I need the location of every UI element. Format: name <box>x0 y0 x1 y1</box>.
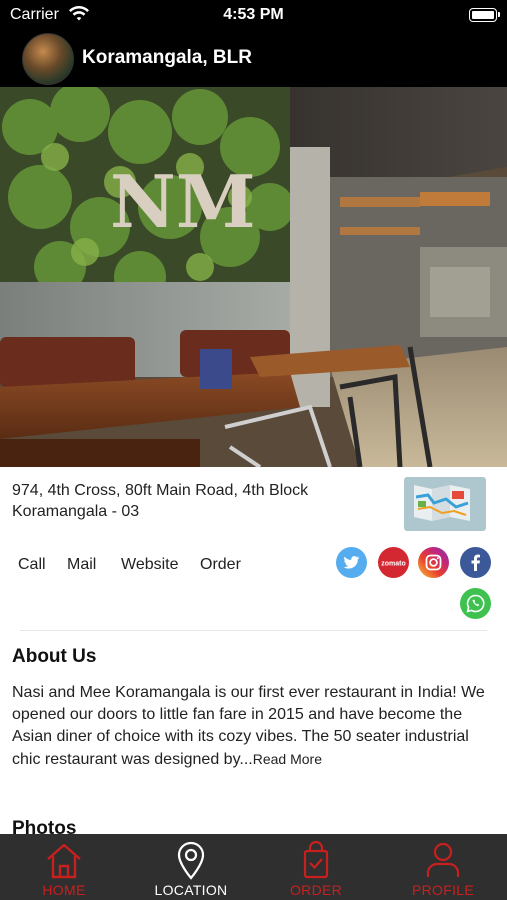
facebook-icon[interactable] <box>460 547 491 578</box>
instagram-icon[interactable] <box>418 547 449 578</box>
home-icon <box>44 840 84 880</box>
mail-button[interactable]: Mail <box>67 556 96 574</box>
status-bar: Carrier 4:53 PM <box>0 0 507 30</box>
battery-icon <box>469 8 500 22</box>
about-text: Nasi and Mee Koramangala is our first ev… <box>12 682 498 771</box>
svg-text:zomato: zomato <box>381 561 406 568</box>
tab-home-label: HOME <box>42 882 86 898</box>
website-button[interactable]: Website <box>121 556 179 574</box>
svg-text:NM: NM <box>110 159 256 244</box>
bottom-tab-bar: HOME LOCATION ORDER PROFILE <box>0 834 507 900</box>
section-divider <box>20 630 487 631</box>
tab-order[interactable]: ORDER <box>253 834 379 900</box>
tab-order-label: ORDER <box>289 882 343 898</box>
hero-image: NM <box>0 87 507 467</box>
twitter-icon[interactable] <box>336 547 367 578</box>
map-thumbnail[interactable] <box>404 477 486 531</box>
order-link[interactable]: Order <box>200 556 241 574</box>
page-title: Koramangala, BLR <box>82 47 252 68</box>
tab-location[interactable]: LOCATION <box>128 834 254 900</box>
call-button[interactable]: Call <box>18 556 46 574</box>
read-more-link[interactable]: Read More <box>253 751 322 767</box>
clock: 4:53 PM <box>223 6 284 23</box>
whatsapp-icon[interactable] <box>460 588 491 619</box>
tab-profile-label: PROFILE <box>411 882 474 898</box>
address-block: 974, 4th Cross, 80ft Main Road, 4th Bloc… <box>12 480 392 522</box>
location-pin-icon <box>171 840 211 880</box>
tab-home[interactable]: HOME <box>1 834 127 900</box>
address-line-1: 974, 4th Cross, 80ft Main Road, 4th Bloc… <box>12 482 309 499</box>
shopping-bag-icon <box>296 840 336 880</box>
user-icon <box>423 840 463 880</box>
about-body: Nasi and Mee Koramangala is our first ev… <box>12 684 485 768</box>
zomato-icon[interactable]: zomato <box>378 547 409 578</box>
restaurant-avatar[interactable] <box>22 33 74 85</box>
about-title: About Us <box>12 646 97 667</box>
tab-location-label: LOCATION <box>154 882 228 898</box>
address-line-2: Koramangala - 03 <box>12 503 140 520</box>
app-header: Koramangala, BLR <box>0 30 507 87</box>
tab-profile[interactable]: PROFILE <box>380 834 506 900</box>
